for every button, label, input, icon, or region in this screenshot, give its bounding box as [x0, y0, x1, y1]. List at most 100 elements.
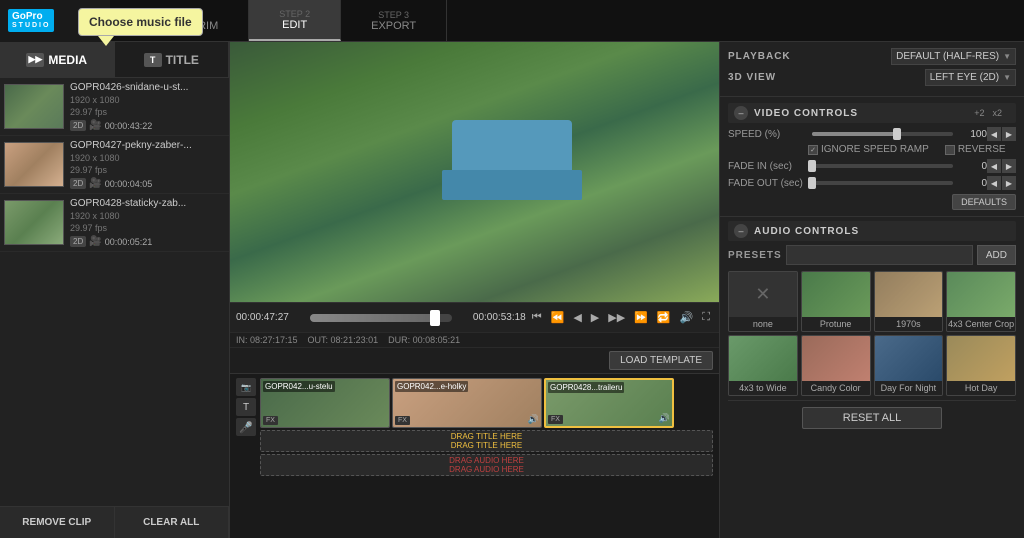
- preset-label-protune: Protune: [802, 317, 870, 331]
- step-back-button[interactable]: ⏪: [548, 309, 568, 326]
- fadein-value: 0: [957, 161, 987, 172]
- drag-audio-1: DRAG AUDIO HERE: [267, 456, 706, 465]
- clip-fx-2[interactable]: FX: [395, 416, 410, 425]
- timeline-slider[interactable]: [310, 314, 452, 322]
- fullscreen-button[interactable]: ⛶: [699, 309, 713, 326]
- speed-decrease[interactable]: ◀: [987, 127, 1001, 141]
- speed-slider[interactable]: [812, 132, 953, 136]
- audio-controls-collapse[interactable]: –: [734, 224, 748, 238]
- logo-studio: STUDIO: [12, 22, 50, 30]
- preset-daynight[interactable]: Day For Night: [874, 335, 944, 396]
- load-template-button[interactable]: LOAD TEMPLATE: [609, 351, 713, 370]
- media-item[interactable]: GOPR0428-staticky-zab... 1920 x 1080 29.…: [0, 194, 229, 252]
- preset-hotday[interactable]: Hot Day: [946, 335, 1016, 396]
- tl-video-icon[interactable]: 📷: [236, 378, 256, 396]
- tl-title-icon[interactable]: T: [236, 398, 256, 416]
- preset-label-daynight: Day For Night: [875, 381, 943, 395]
- fadeout-slider[interactable]: [812, 181, 953, 185]
- tooltip-arrow: [98, 36, 114, 46]
- media-dims-2: 1920 x 1080: [70, 153, 225, 163]
- step-3[interactable]: STEP 3 EXPORT: [341, 0, 447, 41]
- next-frame-button[interactable]: ▶▶: [605, 309, 628, 326]
- media-list: GOPR0426-snidane-u-st... 1920 x 1080 29.…: [0, 78, 229, 506]
- fadein-slider[interactable]: [812, 164, 953, 168]
- reverse-item[interactable]: REVERSE: [945, 144, 1006, 155]
- preset-thumb-candy: [802, 336, 870, 381]
- timeline-clips-row: GOPR042...u-stelu FX GOPR042...e-holky F…: [260, 378, 713, 534]
- fadeout-decrease[interactable]: ◀: [987, 176, 1001, 190]
- remove-clip-button[interactable]: REMOVE CLIP: [0, 507, 115, 538]
- clear-all-button[interactable]: CLEAR ALL: [115, 507, 230, 538]
- volume-button[interactable]: 🔊: [677, 309, 697, 326]
- defaults-button[interactable]: DEFAULTS: [952, 194, 1016, 210]
- speed-value: 100: [957, 129, 987, 140]
- prev-frame-button[interactable]: ◀: [570, 309, 584, 326]
- preset-1970s[interactable]: 1970s: [874, 271, 944, 332]
- fadein-decrease[interactable]: ◀: [987, 159, 1001, 173]
- fadeout-value: 0: [957, 178, 987, 189]
- play-button[interactable]: ▶: [588, 309, 602, 326]
- reset-all-button[interactable]: RESET ALL: [802, 407, 943, 429]
- fadeout-label: FADE OUT (sec): [728, 178, 808, 189]
- media-item[interactable]: GOPR0426-snidane-u-st... 1920 x 1080 29.…: [0, 78, 229, 136]
- left-panel: ▶▶ MEDIA T TITLE GOPR0426-snidane-u-st..…: [0, 42, 230, 538]
- add-preset-button[interactable]: ADD: [977, 245, 1016, 265]
- clip-audio-icon-3: 🔊: [659, 413, 670, 424]
- preset-label-none: none: [729, 317, 797, 331]
- skip-forward-button[interactable]: ⏩: [631, 309, 651, 326]
- reverse-checkbox[interactable]: [945, 145, 955, 155]
- playback-dropdown[interactable]: DEFAULT (HALF-RES) ▼: [891, 48, 1016, 65]
- fadein-increase[interactable]: ▶: [1002, 159, 1016, 173]
- preset-center-crop[interactable]: 4x3 Center Crop: [946, 271, 1016, 332]
- media-thumb-3: [4, 200, 64, 245]
- main-layout: ▶▶ MEDIA T TITLE GOPR0426-snidane-u-st..…: [0, 42, 1024, 538]
- media-dims-3: 1920 x 1080: [70, 211, 225, 221]
- media-thumb-2: [4, 142, 64, 187]
- ignore-speed-checkbox[interactable]: ✓: [808, 145, 818, 155]
- tab-title[interactable]: T TITLE: [115, 42, 230, 77]
- step-3-label: EXPORT: [371, 20, 416, 32]
- preset-protune[interactable]: Protune: [801, 271, 871, 332]
- thumb-img-2: [5, 143, 63, 186]
- badge-2d-3: 2D: [70, 236, 86, 247]
- van-shape: [452, 120, 572, 200]
- media-badges-2: 2D 🎥 00:00:04:05: [70, 177, 225, 189]
- clip-fx-3[interactable]: FX: [548, 415, 563, 424]
- step-2[interactable]: STEP 2 EDIT: [249, 0, 341, 41]
- video-controls-collapse[interactable]: –: [734, 106, 748, 120]
- media-thumb-1: [4, 84, 64, 129]
- media-fps-3: 29.97 fps: [70, 223, 225, 233]
- playback-row: PLAYBACK DEFAULT (HALF-RES) ▼: [728, 48, 1016, 65]
- tooltip-box: Choose music file: [78, 8, 203, 36]
- drag-title-1: DRAG TITLE HERE: [267, 432, 706, 441]
- title-drag-track-1[interactable]: DRAG TITLE HERE DRAG TITLE HERE: [260, 430, 713, 452]
- clip-fx-1[interactable]: FX: [263, 416, 278, 425]
- speed-increase[interactable]: ▶: [1002, 127, 1016, 141]
- media-item[interactable]: GOPR0427-pekny-zaber-... 1920 x 1080 29.…: [0, 136, 229, 194]
- clip-item-3[interactable]: GOPR0428...traileru FX 🔊: [544, 378, 674, 428]
- tab-media[interactable]: ▶▶ MEDIA: [0, 42, 115, 77]
- media-info-3: GOPR0428-staticky-zab... 1920 x 1080 29.…: [64, 198, 225, 247]
- right-panel: PLAYBACK DEFAULT (HALF-RES) ▼ 3D VIEW LE…: [719, 42, 1024, 538]
- clip-item-2[interactable]: GOPR042...e-holky FX 🔊: [392, 378, 542, 428]
- in-time: IN: 08:27:17:15: [236, 335, 298, 345]
- fadeout-increase[interactable]: ▶: [1002, 176, 1016, 190]
- step-2-num: STEP 2: [279, 9, 310, 19]
- logo-box: GoPro STUDIO: [8, 9, 54, 32]
- clip-item-1[interactable]: GOPR042...u-stelu FX: [260, 378, 390, 428]
- tl-mic-icon[interactable]: 🎤: [236, 418, 256, 436]
- left-tabs: ▶▶ MEDIA T TITLE: [0, 42, 229, 78]
- preset-candy[interactable]: Candy Color: [801, 335, 871, 396]
- media-name-1: GOPR0426-snidane-u-st...: [70, 82, 210, 93]
- media-dur-2: 00:00:04:05: [105, 179, 153, 189]
- steps-nav: STEP 1 VIEW & TRIM STEP 2 EDIT STEP 3 EX…: [120, 0, 1024, 41]
- view3d-dropdown[interactable]: LEFT EYE (2D) ▼: [925, 69, 1016, 86]
- preset-wide[interactable]: 4x3 to Wide: [728, 335, 798, 396]
- presets-input[interactable]: [786, 245, 973, 265]
- skip-back-button[interactable]: ⏮: [529, 309, 545, 326]
- audio-drag-track[interactable]: DRAG AUDIO HERE DRAG AUDIO HERE: [260, 454, 713, 476]
- preset-none[interactable]: ✕ none: [728, 271, 798, 332]
- preset-thumb-none: ✕: [729, 272, 797, 317]
- loop-button[interactable]: 🔁: [654, 309, 674, 326]
- ignore-speed-item[interactable]: ✓ IGNORE SPEED RAMP: [808, 144, 929, 155]
